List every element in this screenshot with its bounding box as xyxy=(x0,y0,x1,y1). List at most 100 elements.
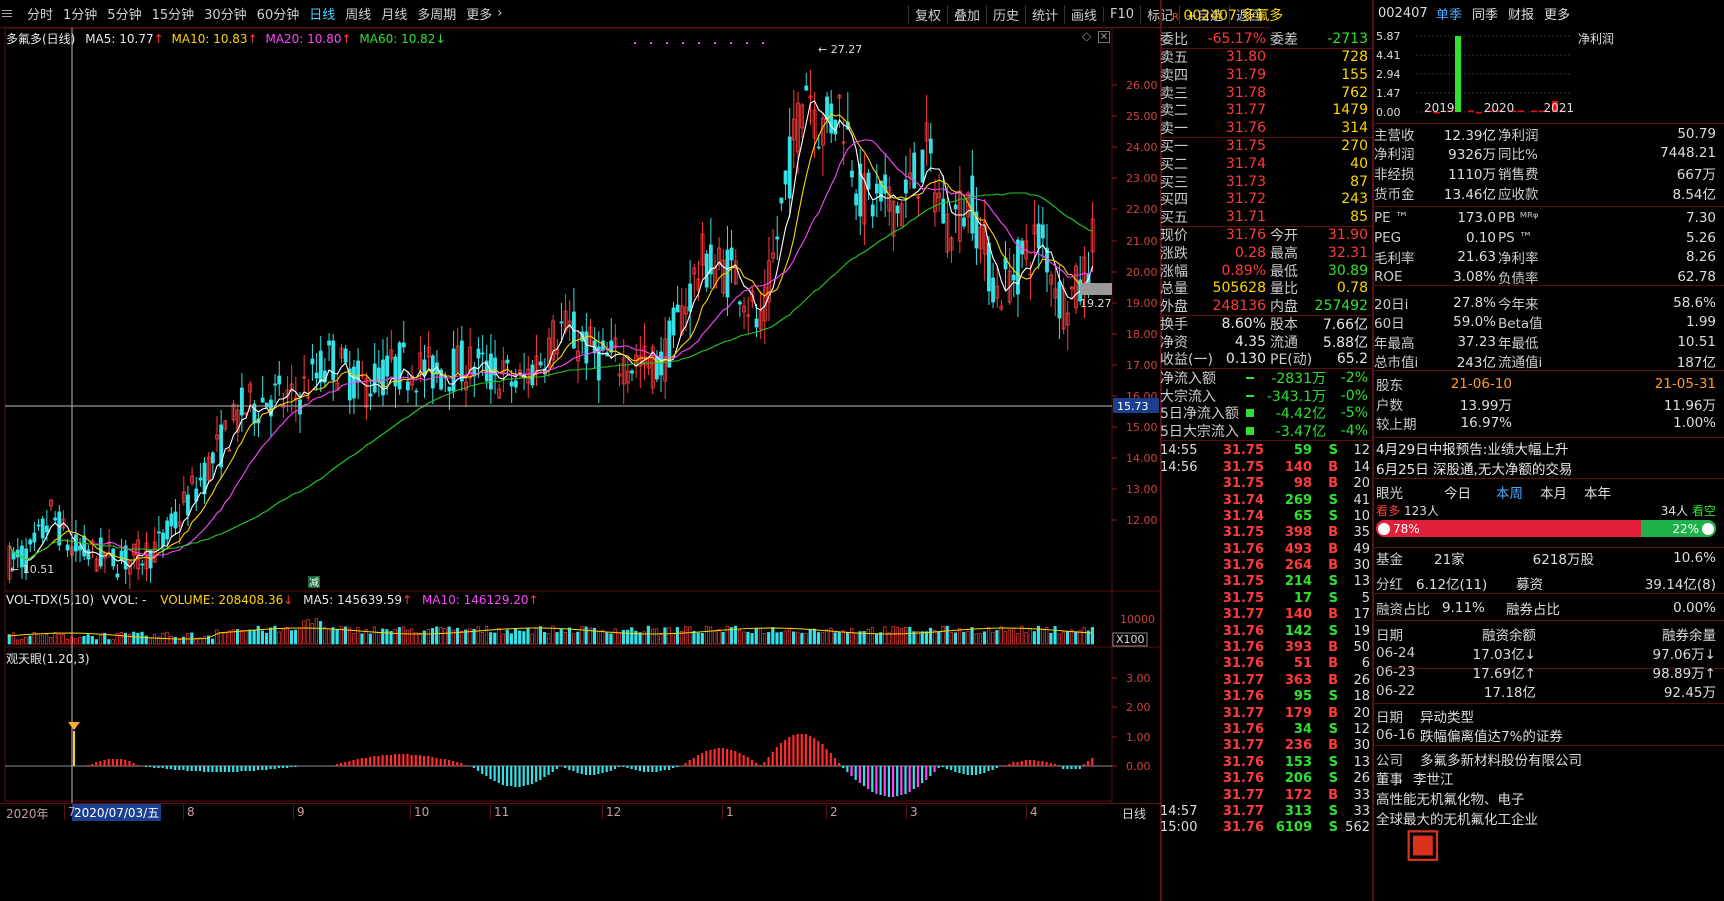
fin-code: 002407 xyxy=(1378,5,1428,21)
mhdr-field: 融资余额 xyxy=(1482,628,1536,644)
ask-price: 31.78 xyxy=(1225,84,1266,101)
kline-chart-area[interactable]: 26.0025.0024.0023.0022.0021.0020.0019.00… xyxy=(0,28,1160,888)
mrows.0-field: 17.03亿↓ xyxy=(1472,647,1536,663)
tick-price: 31.77 xyxy=(1222,803,1264,819)
low-label: ← 10.51 xyxy=(10,563,54,576)
more-chevron-icon[interactable]: › xyxy=(497,6,507,21)
holders-value: 1.00% xyxy=(1673,415,1716,432)
tick-count: 20 xyxy=(1353,476,1370,492)
fin-tab[interactable]: 同季 xyxy=(1472,4,1498,23)
ask-price: 31.77 xyxy=(1225,102,1266,119)
news-link[interactable]: 4月29日中报预告:业绩大幅上升 xyxy=(1376,438,1568,458)
price-tick: 18.00 xyxy=(1126,328,1158,341)
ask-volume: 1479 xyxy=(1332,102,1368,119)
tick-price: 31.76 xyxy=(1222,656,1264,672)
ask-price: 31.79 xyxy=(1225,66,1266,83)
tick-price: 31.76 xyxy=(1222,558,1264,574)
tick-count: 19 xyxy=(1353,623,1370,639)
tick-side: S xyxy=(1328,492,1338,508)
price-tick: 15.00 xyxy=(1126,421,1158,434)
period-tab[interactable]: 5分钟 xyxy=(102,4,146,23)
period-tab[interactable]: 周线 xyxy=(340,4,376,23)
holders-date: 21-06-10 xyxy=(1450,376,1512,392)
tick-side: S xyxy=(1328,803,1338,819)
period-tab[interactable]: 30分钟 xyxy=(199,4,252,23)
fin-value: 3.08% xyxy=(1453,268,1496,285)
bull-label: 看多 xyxy=(1376,504,1401,518)
volume-label: VOLUME: 208408.36 xyxy=(160,593,284,607)
toolbar-button[interactable]: 复权 xyxy=(907,4,947,24)
eye-tab[interactable]: 本周 xyxy=(1496,482,1534,502)
tick-side: S xyxy=(1328,754,1338,770)
tick-count: 33 xyxy=(1353,803,1370,819)
fin-value: 1.99 xyxy=(1685,314,1716,331)
fin-value: 7.30 xyxy=(1685,210,1716,227)
tick-volume: 98 xyxy=(1293,476,1312,492)
tick-count: 13 xyxy=(1353,754,1370,770)
period-tab[interactable]: 1分钟 xyxy=(58,4,102,23)
tick-volume: 6109 xyxy=(1275,820,1312,836)
period-tab[interactable]: 15分钟 xyxy=(147,4,200,23)
menu-icon[interactable] xyxy=(0,8,14,22)
tick-volume: 264 xyxy=(1284,558,1312,574)
fin-value: 62.78 xyxy=(1677,268,1716,285)
fin-tab[interactable]: 更多 xyxy=(1544,4,1570,23)
tick-time: 14:55 xyxy=(1160,443,1198,459)
period-tab[interactable]: 多周期 xyxy=(412,4,461,23)
fin-label: 60日 xyxy=(1374,316,1405,333)
tick-volume: 153 xyxy=(1284,754,1312,770)
news-link[interactable]: 6月25日 深股通,无大净额的交易 xyxy=(1376,458,1572,478)
vol-ma5-label: MA5: 145639.59 xyxy=(303,593,403,607)
tick-time: 14:56 xyxy=(1160,459,1198,475)
toolbar-button[interactable]: 历史 xyxy=(985,4,1025,24)
price-tick: 26.00 xyxy=(1126,79,1158,92)
period-tab[interactable]: 日线 xyxy=(304,4,340,23)
extra-value: 李世江 xyxy=(1413,772,1454,788)
toolbar-button[interactable]: 叠加 xyxy=(946,4,986,24)
tick-price: 31.76 xyxy=(1222,721,1264,737)
tick-count: 41 xyxy=(1353,492,1370,508)
period-tab[interactable]: 月线 xyxy=(376,4,412,23)
month-label: 11 xyxy=(494,805,510,819)
toolbar-button[interactable]: F10 xyxy=(1103,6,1140,22)
tick-volume: 142 xyxy=(1284,623,1312,639)
current-label: 19.27 xyxy=(1080,297,1112,310)
mrows.2-field: 06-22 xyxy=(1376,683,1416,699)
fin-tab[interactable]: 财报 xyxy=(1508,4,1534,23)
toolbar-button[interactable]: 画线 xyxy=(1064,4,1103,24)
fin-label: 今年来 xyxy=(1498,296,1539,313)
tick-price: 31.76 xyxy=(1222,640,1264,656)
month-label: 12 xyxy=(606,805,622,819)
split-field: 募资 xyxy=(1516,577,1543,593)
period-tab[interactable]: 更多 xyxy=(461,4,497,23)
tick-side: S xyxy=(1328,443,1338,459)
tick-side: S xyxy=(1328,508,1338,524)
flow-bar xyxy=(1246,394,1254,397)
eye-tab[interactable]: 今日 xyxy=(1444,482,1490,502)
tick-volume: 493 xyxy=(1284,541,1312,557)
fin-tab[interactable]: 单季 xyxy=(1436,4,1462,23)
stat-value: 0.130 xyxy=(1225,351,1266,368)
tick-side: S xyxy=(1328,574,1338,590)
fin-value: 1110万 xyxy=(1448,166,1496,183)
company-field: 公司 xyxy=(1376,753,1403,769)
tick-side: B xyxy=(1328,525,1338,541)
time-axis: 2020年 2020/07/03/五 7 8 9 10 11 12 1 2 3 4 日线 xyxy=(0,803,1160,821)
price-tick: 14.00 xyxy=(1126,452,1158,465)
fin-label: PEG xyxy=(1374,229,1402,246)
tick-count: 12 xyxy=(1353,721,1370,737)
period-tab[interactable]: 60分钟 xyxy=(252,4,305,23)
period-tab[interactable]: 分时 xyxy=(22,4,58,23)
tick-price: 31.75 xyxy=(1222,574,1264,590)
sentiment-bar: 78% 22% xyxy=(1376,520,1716,537)
eye-tab[interactable]: 本年 xyxy=(1584,482,1622,502)
tick-volume: 269 xyxy=(1284,492,1312,508)
mrows.2-field: 17.18亿 xyxy=(1483,685,1536,701)
fin-label: 年最低 xyxy=(1498,335,1539,352)
diamond-marker-icon xyxy=(68,722,80,730)
toolbar-button[interactable]: 统计 xyxy=(1025,4,1064,24)
eye-tab[interactable]: 本月 xyxy=(1540,482,1578,502)
margin-field: 9.11% xyxy=(1442,600,1485,616)
bull-count: 123人 xyxy=(1404,504,1439,518)
mhdr-field: 日期 xyxy=(1376,628,1403,644)
